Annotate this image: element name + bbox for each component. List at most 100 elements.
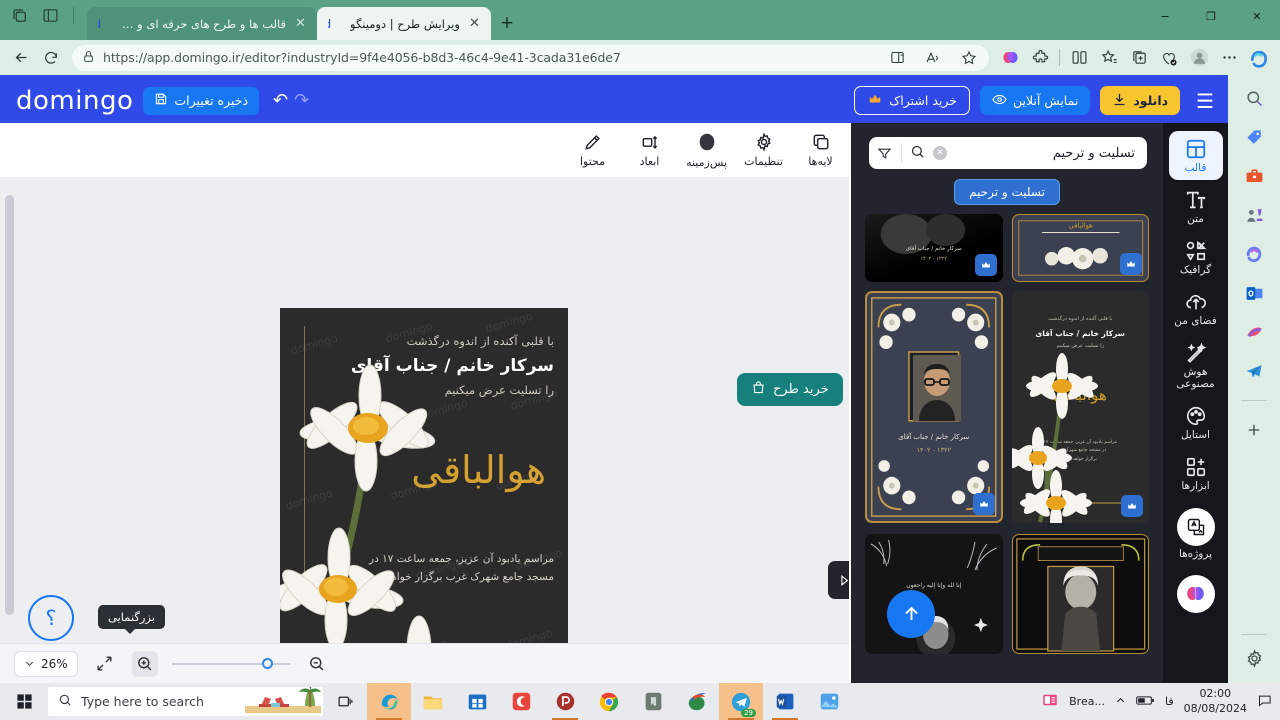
browser-essentials-icon[interactable] (1065, 44, 1093, 72)
sidebar-games-icon[interactable] (1241, 202, 1267, 228)
new-tab-button[interactable]: + (493, 9, 521, 37)
zoom-slider-thumb[interactable] (261, 658, 273, 669)
maximize-button[interactable]: ❐ (1188, 0, 1234, 32)
collections-icon[interactable] (1125, 44, 1153, 72)
taskbar-edge-icon[interactable] (367, 683, 411, 720)
zoom-in-button[interactable] (131, 650, 158, 677)
sidebar-search-icon[interactable] (1241, 85, 1267, 111)
filter-chip[interactable]: تسلیت و ترحیم (954, 179, 1060, 205)
rail-item-text[interactable]: متن (1169, 182, 1223, 231)
taskbar-word-icon[interactable] (763, 683, 807, 720)
performance-heart-icon[interactable] (1155, 44, 1183, 72)
undo-icon[interactable]: ↶ (273, 90, 288, 111)
rail-item-style[interactable]: استایل (1169, 398, 1223, 447)
task-view-button[interactable] (323, 683, 367, 720)
rail-item-my-space[interactable]: فضای من (1169, 284, 1223, 333)
close-icon[interactable]: ✕ (293, 16, 308, 31)
canvas-vertical-scrollbar[interactable] (5, 195, 14, 615)
news-weather-icon[interactable] (1041, 691, 1059, 712)
filter-icon[interactable] (875, 146, 893, 161)
panel-collapse-toggle[interactable] (828, 561, 849, 599)
template-search-box[interactable]: تسلیت و ترحیم ✕ (869, 137, 1147, 169)
taskbar-chrome-icon[interactable] (587, 683, 631, 720)
start-button[interactable] (0, 683, 48, 720)
taskbar-camtasia-icon[interactable] (499, 683, 543, 720)
sidebar-shopping-icon[interactable] (1241, 124, 1267, 150)
rail-item-ai[interactable]: هوش مصنوعی (1169, 335, 1223, 396)
taskbar-photos-icon[interactable] (807, 683, 851, 720)
buy-subscription-button[interactable]: خرید اشتراک (854, 86, 970, 115)
zoom-slider[interactable] (171, 651, 290, 677)
rail-item-projects[interactable]: پروژه‌ها (1169, 501, 1223, 566)
sidebar-add-icon[interactable] (1241, 417, 1267, 443)
design-canvas[interactable]: با قلبی آکنده از اندوه درگذشت سرکار خانم… (280, 308, 568, 683)
taskbar-search[interactable]: Type here to search (48, 687, 323, 716)
help-button[interactable]: ؟ (28, 595, 74, 641)
toolbar-item-background[interactable]: پس‌زمینه (678, 131, 735, 169)
template-card[interactable]: سرکار خانم / جناب آقای هوالباقی با قلبی … (1011, 291, 1149, 524)
clear-search-icon[interactable]: ✕ (933, 146, 947, 160)
taskbar-photopea-icon[interactable] (543, 683, 587, 720)
action-center-icon[interactable] (1257, 693, 1272, 711)
buy-design-button[interactable]: خرید طرح (737, 373, 843, 406)
online-preview-button[interactable]: نمایش آنلاین (980, 86, 1091, 115)
sidebar-telegram-icon[interactable] (1241, 358, 1267, 384)
rail-item-ai-assistant[interactable] (1169, 568, 1223, 619)
taskbar-clock[interactable]: 02:00 08/08/2024 (1184, 687, 1247, 717)
browser-tab-2[interactable]: ✕ ویرایش طرح | دومینگو d (317, 7, 491, 40)
design-line-1[interactable]: با قلبی آکنده از اندوه درگذشت (304, 334, 554, 348)
toolbar-item-dimensions[interactable]: ابعاد (621, 132, 678, 168)
settings-more-icon[interactable] (1215, 44, 1243, 72)
language-indicator[interactable]: فا (1165, 695, 1174, 708)
rail-item-tools[interactable]: ابزارها (1169, 449, 1223, 498)
split-screen-icon[interactable] (883, 44, 911, 72)
tab-groups-icon[interactable] (10, 6, 30, 26)
toolbar-item-content[interactable]: محتوا (564, 132, 621, 168)
vertical-tabs-icon[interactable] (40, 6, 60, 26)
taskbar-file-explorer-icon[interactable] (411, 683, 455, 720)
profile-avatar-icon[interactable] (1185, 44, 1213, 72)
rail-item-template[interactable]: قالب (1168, 131, 1223, 181)
sidebar-designer-icon[interactable] (1241, 319, 1267, 345)
save-changes-button[interactable]: ذخیره تغییرات (143, 86, 260, 115)
read-aloud-icon[interactable] (919, 44, 947, 72)
scroll-to-top-button[interactable] (887, 589, 935, 638)
close-window-button[interactable]: ✕ (1234, 0, 1280, 32)
rail-item-graphics[interactable]: گرافیک (1169, 233, 1223, 282)
download-button[interactable]: دانلود (1100, 86, 1181, 115)
favorite-star-icon[interactable] (955, 44, 983, 72)
show-hidden-icons-icon[interactable] (1115, 695, 1126, 709)
toolbar-item-layers[interactable]: لایه‌ها (792, 132, 849, 168)
favorites-list-icon[interactable] (1095, 44, 1123, 72)
premium-crown-icon[interactable] (974, 254, 997, 277)
toolbar-item-settings[interactable]: تنظیمات (735, 132, 792, 168)
zoom-out-button[interactable] (304, 651, 330, 677)
news-label[interactable]: Brea... (1069, 695, 1105, 708)
reload-icon[interactable] (37, 44, 65, 72)
fit-screen-icon[interactable] (92, 651, 118, 677)
extensions-icon[interactable] (1026, 44, 1054, 72)
close-icon[interactable]: ✕ (467, 16, 482, 31)
sidebar-tools-icon[interactable] (1241, 163, 1267, 189)
premium-crown-icon[interactable] (1120, 253, 1142, 276)
sidebar-outlook-icon[interactable] (1241, 280, 1267, 306)
app-menu-icon[interactable]: ☰ (1190, 89, 1220, 113)
back-icon[interactable] (7, 44, 35, 72)
address-bar[interactable]: https://app.domingo.ir/editor?industryId… (72, 44, 989, 72)
template-card[interactable]: سرکار خانم / جناب آقای ۱۳۲۲ - ۱۴۰۲ (865, 214, 1003, 283)
copilot-brain-icon[interactable] (996, 44, 1024, 72)
template-card[interactable]: إنا لله وإنا إليه راجعون (865, 533, 1003, 654)
redo-icon[interactable]: ↷ (294, 90, 309, 111)
premium-crown-icon[interactable] (1121, 495, 1143, 518)
sidebar-copilot-icon[interactable] (1241, 241, 1267, 267)
minimize-button[interactable]: − (1142, 0, 1188, 32)
taskbar-winrar-icon[interactable] (675, 683, 719, 720)
template-card[interactable] (1011, 533, 1149, 654)
taskbar-evernote-icon[interactable] (631, 683, 675, 720)
template-card[interactable]: هوالباقی (1011, 214, 1149, 283)
premium-crown-icon[interactable] (972, 493, 995, 516)
battery-icon[interactable] (1136, 694, 1155, 710)
taskbar-microsoft-store-icon[interactable] (455, 683, 499, 720)
taskbar-telegram-icon[interactable]: 29 (719, 683, 763, 720)
browser-tab-1[interactable]: ✕ قالب ها و طرح های حرفه ای و رایگان d (87, 7, 317, 40)
